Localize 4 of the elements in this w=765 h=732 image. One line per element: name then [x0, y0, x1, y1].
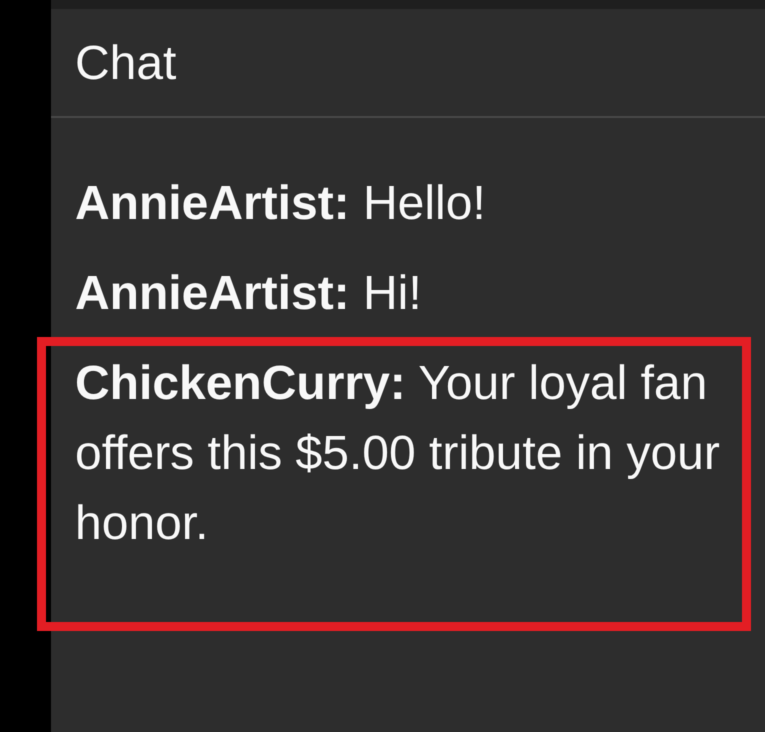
highlighted-chat-message: ChickenCurry: Your loyal fan offers this $5.00 tribute in your honor. [37, 337, 751, 631]
chat-message: AnnieArtist: Hello! [75, 176, 487, 232]
chat-message: AnnieArtist: Hi! [75, 266, 423, 322]
chat-title: Chat [75, 36, 178, 91]
